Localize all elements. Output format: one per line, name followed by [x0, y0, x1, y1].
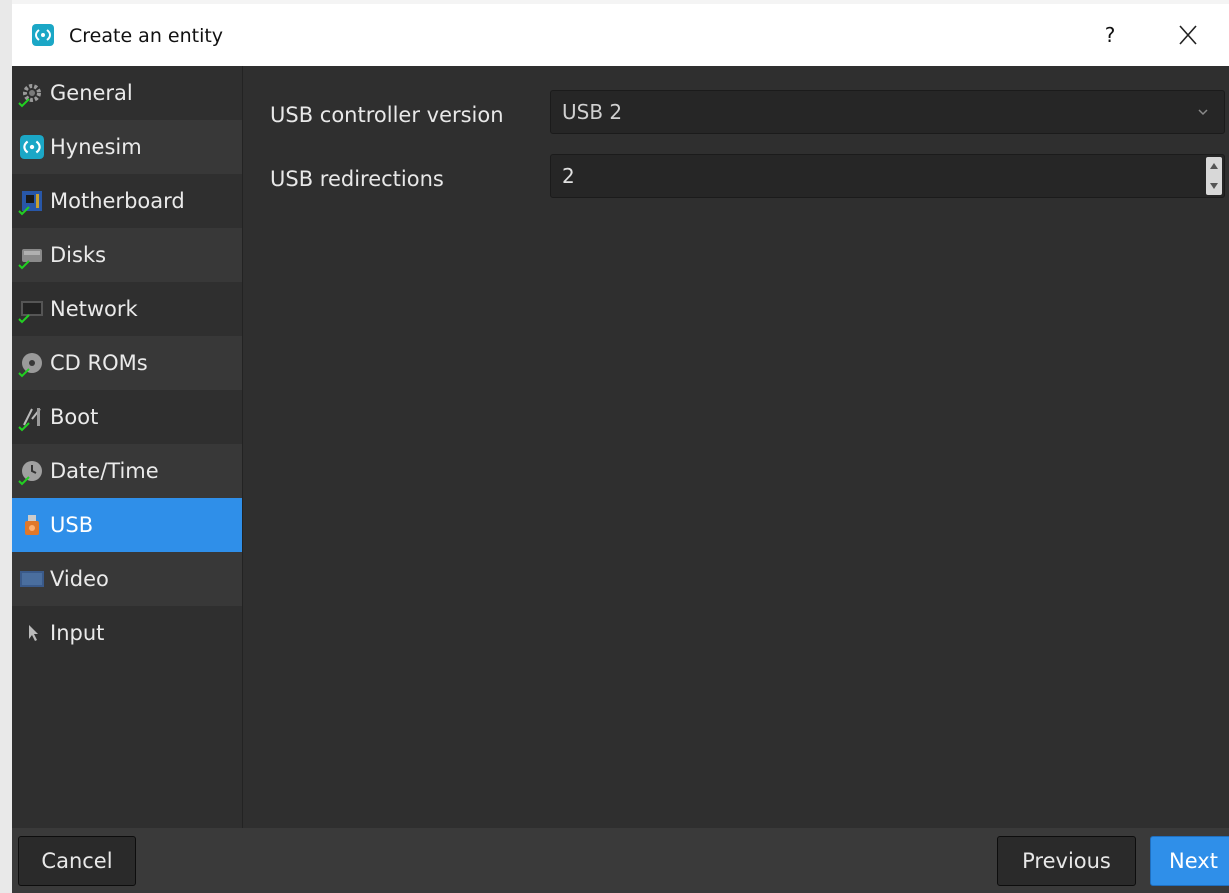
- sidebar-item-hynesim[interactable]: Hynesim: [12, 120, 242, 174]
- sidebar-item-video[interactable]: Video: [12, 552, 242, 606]
- hynesim-logo-icon: [20, 135, 44, 159]
- title-bar: Create an entity ?: [12, 4, 1229, 66]
- help-button[interactable]: ?: [1095, 20, 1125, 50]
- sidebar-item-label: Disks: [50, 243, 107, 267]
- disk-icon: [18, 243, 44, 270]
- sidebar-item-label: Network: [50, 297, 138, 321]
- gear-icon: [18, 81, 44, 108]
- sidebar-item-boot[interactable]: Boot: [12, 390, 242, 444]
- sidebar-item-label: USB: [50, 513, 94, 537]
- cdrom-icon: [18, 351, 44, 378]
- usb-controller-label: USB controller version: [270, 103, 504, 127]
- dialog-footer: Cancel Previous Next: [12, 828, 1229, 893]
- check-icon: [18, 476, 30, 486]
- check-icon: [18, 314, 30, 324]
- check-icon: [18, 98, 30, 108]
- sidebar-item-date-time[interactable]: Date/Time: [12, 444, 242, 498]
- sidebar-item-disks[interactable]: Disks: [12, 228, 242, 282]
- usb-redirections-label: USB redirections: [270, 167, 444, 191]
- sidebar-item-general[interactable]: General: [12, 66, 242, 120]
- usb-controller-dropdown[interactable]: USB 2: [550, 90, 1225, 134]
- hynesim-app-icon: [32, 24, 54, 46]
- sidebar-item-label: Video: [50, 567, 109, 591]
- usb-controller-value: USB 2: [562, 100, 623, 124]
- video-icon: [20, 567, 44, 591]
- sidebar-item-label: Motherboard: [50, 189, 185, 213]
- spin-up-icon[interactable]: [1206, 157, 1222, 176]
- sidebar-item-motherboard[interactable]: Motherboard: [12, 174, 242, 228]
- next-button[interactable]: Next: [1150, 836, 1229, 886]
- sidebar-item-label: Boot: [50, 405, 99, 429]
- check-icon: [18, 422, 30, 432]
- boot-icon: [18, 405, 44, 432]
- settings-sidebar: General Hynesim Motherboard Disks Networ…: [12, 66, 242, 828]
- usb-icon: [20, 513, 44, 537]
- create-entity-dialog: Create an entity ? General Hynesim Mothe…: [12, 4, 1229, 893]
- motherboard-icon: [18, 189, 44, 216]
- sidebar-item-label: Date/Time: [50, 459, 159, 483]
- check-icon: [18, 368, 30, 378]
- check-icon: [18, 260, 30, 270]
- sidebar-item-cd-roms[interactable]: CD ROMs: [12, 336, 242, 390]
- sidebar-item-input[interactable]: Input: [12, 606, 242, 660]
- spin-buttons: [1206, 157, 1222, 195]
- cursor-icon: [20, 621, 44, 645]
- check-icon: [18, 206, 30, 216]
- window-title: Create an entity: [69, 25, 224, 47]
- sidebar-item-network[interactable]: Network: [12, 282, 242, 336]
- usb-settings-panel: USB controller version USB 2 USB redirec…: [243, 66, 1229, 828]
- usb-redirections-value: 2: [562, 164, 575, 188]
- usb-redirections-spinbox[interactable]: 2: [550, 154, 1225, 198]
- cancel-button[interactable]: Cancel: [18, 836, 136, 886]
- network-icon: [18, 297, 44, 324]
- sidebar-item-label: General: [50, 81, 133, 105]
- clock-icon: [18, 459, 44, 486]
- previous-button[interactable]: Previous: [997, 836, 1136, 886]
- chevron-down-icon: [1198, 109, 1208, 116]
- sidebar-item-label: Input: [50, 621, 105, 645]
- close-icon[interactable]: [1170, 18, 1206, 52]
- sidebar-item-label: Hynesim: [50, 135, 142, 159]
- sidebar-item-label: CD ROMs: [50, 351, 148, 375]
- spin-down-icon[interactable]: [1206, 176, 1222, 195]
- sidebar-item-usb[interactable]: USB: [12, 498, 242, 552]
- background-edge: [0, 0, 12, 893]
